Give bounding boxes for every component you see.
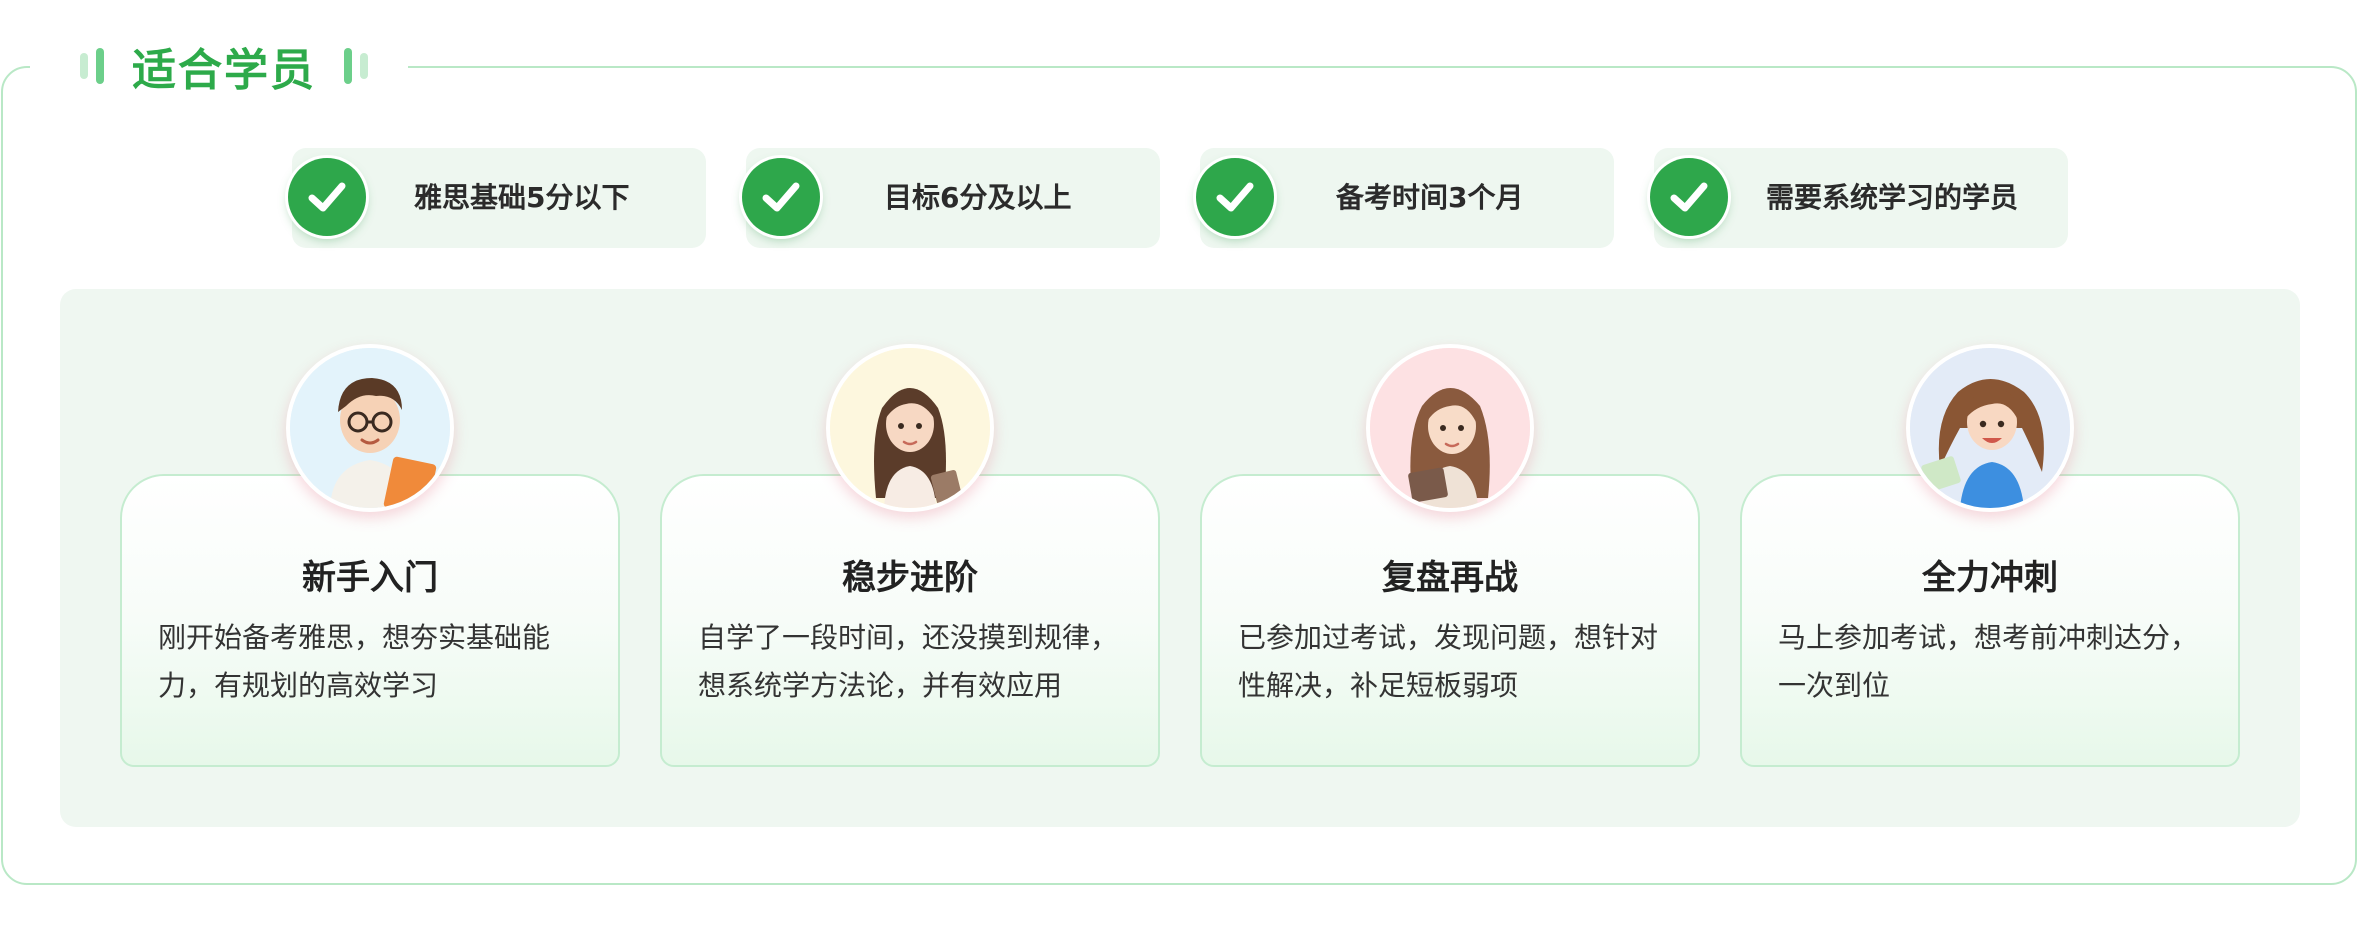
description-line: 性解决，补足短板弱项: [1238, 669, 1519, 702]
girl-long-hair-avatar: [826, 344, 994, 512]
criteria-label: 目标6分及以上: [884, 181, 1072, 214]
description-line: 自学了一段时间，还没摸到规律，: [698, 621, 1119, 654]
profile-card-beginner: 新手入门 刚开始备考雅思，想夯实基础能 力，有规划的高效学习: [120, 474, 620, 767]
boy-with-glasses-avatar: [286, 344, 454, 512]
profile-card-retake: 复盘再战 已参加过考试，发现问题，想针对 性解决，补足短板弱项: [1200, 474, 1700, 767]
check-icon: [1196, 158, 1274, 236]
check-icon: [1650, 158, 1728, 236]
profile-title: 稳步进阶: [842, 558, 978, 598]
description-line: 一次到位: [1778, 669, 1891, 702]
criteria-label: 备考时间3个月: [1336, 181, 1524, 214]
criteria-badge: 目标6分及以上: [742, 148, 1160, 248]
right-decoration: [344, 48, 368, 84]
deco-bar: [360, 53, 368, 79]
criteria-label: 雅思基础5分以下: [414, 181, 630, 214]
description-line: 力，有规划的高效学习: [158, 669, 439, 702]
section-title: 适合学员: [132, 45, 316, 96]
deco-bar: [80, 53, 88, 79]
profile-description: 马上参加考试，想考前冲刺达分， 一次到位: [1778, 614, 2204, 710]
girl-with-book-avatar: [1366, 344, 1534, 512]
check-icon: [288, 158, 366, 236]
description-line: 刚开始备考雅思，想夯实基础能: [158, 621, 551, 654]
check-icon: [742, 158, 820, 236]
criteria-label: 需要系统学习的学员: [1766, 181, 2019, 214]
criteria-badge: 需要系统学习的学员: [1650, 148, 2068, 248]
profile-title: 复盘再战: [1382, 558, 1518, 598]
girl-running-avatar: [1906, 344, 2074, 512]
criteria-badge: 雅思基础5分以下: [288, 148, 706, 248]
description-line: 已参加过考试，发现问题，想针对: [1238, 621, 1659, 654]
section-header: 适合学员: [30, 26, 408, 106]
profile-card-sprint: 全力冲刺 马上参加考试，想考前冲刺达分， 一次到位: [1740, 474, 2240, 767]
left-decoration: [80, 48, 104, 84]
profile-title: 全力冲刺: [1922, 558, 2058, 598]
deco-bar: [96, 48, 104, 84]
description-line: 马上参加考试，想考前冲刺达分，: [1778, 621, 2199, 654]
profile-description: 刚开始备考雅思，想夯实基础能 力，有规划的高效学习: [158, 614, 584, 710]
deco-bar: [344, 48, 352, 84]
profile-description: 已参加过考试，发现问题，想针对 性解决，补足短板弱项: [1238, 614, 1664, 710]
profile-title: 新手入门: [302, 558, 438, 598]
description-line: 想系统学方法论，并有效应用: [698, 669, 1063, 702]
profile-card-intermediate: 稳步进阶 自学了一段时间，还没摸到规律， 想系统学方法论，并有效应用: [660, 474, 1160, 767]
criteria-badge: 备考时间3个月: [1196, 148, 1614, 248]
profile-description: 自学了一段时间，还没摸到规律， 想系统学方法论，并有效应用: [698, 614, 1124, 710]
